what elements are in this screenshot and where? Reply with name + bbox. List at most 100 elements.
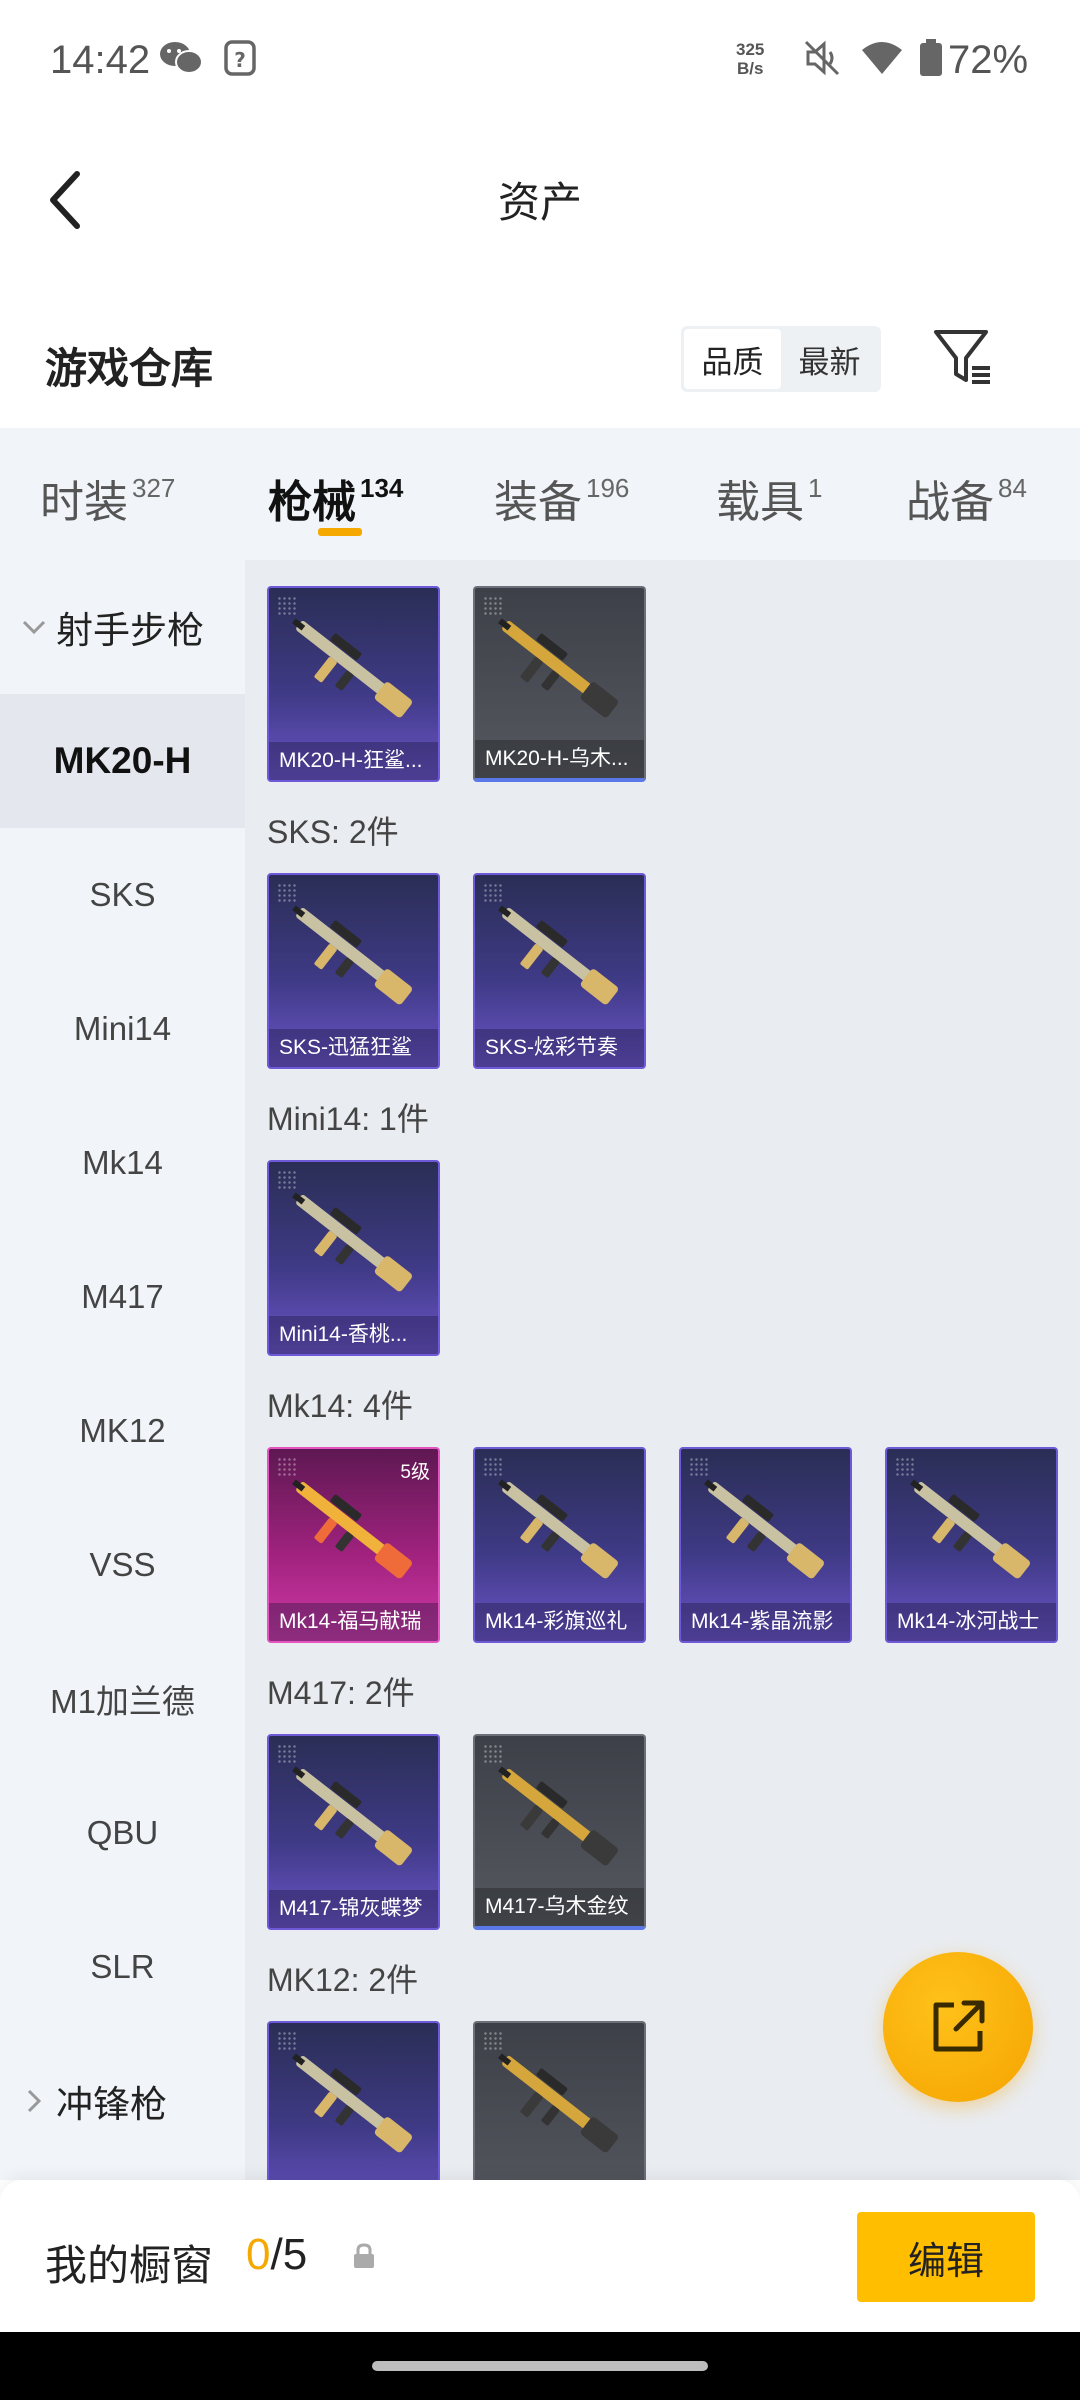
tab-fashion[interactable]: 时装 327 <box>40 466 175 530</box>
weapon-name: MK20-H-乌木... <box>475 740 644 778</box>
weapon-name: Mk14-彩旗巡礼 <box>475 1603 644 1641</box>
page-header: 资产 <box>0 125 1080 270</box>
showcase-bar: 我的橱窗 0/5 编辑 <box>0 2180 1080 2332</box>
chevron-down-icon <box>14 619 54 635</box>
sidebar-item-sks[interactable]: SKS <box>0 828 245 962</box>
weapon-name: Mk14-福马献瑞 <box>269 1603 438 1641</box>
section-title: SKS: 2件 <box>267 814 399 850</box>
weapon-name: M417-乌木金纹 <box>475 1888 644 1926</box>
status-bar: 14:42 ? 325 B/s 72% <box>0 0 1080 125</box>
weapon-card[interactable]: MK20-H-乌木... <box>473 586 646 782</box>
edit-button[interactable]: 编辑 <box>857 2212 1035 2302</box>
system-nav-bar <box>0 2332 1080 2400</box>
svg-text:?: ? <box>234 48 246 72</box>
tab-label: 载具 <box>716 478 804 527</box>
showcase-count: 0/5 <box>246 2230 307 2280</box>
weapon-card[interactable]: Mk14-紫晶流影 <box>679 1447 852 1643</box>
filter-button[interactable] <box>928 322 998 392</box>
mute-icon <box>802 38 842 83</box>
tab-firearms[interactable]: 枪械 134 <box>268 466 403 530</box>
showcase-current: 0 <box>246 2230 271 2279</box>
sort-toggle: 品质 最新 <box>681 326 881 392</box>
weapon-card[interactable]: SKS-迅猛狂鲨 <box>267 873 440 1069</box>
rifle-icon <box>498 2053 618 2153</box>
speed-unit: B/s <box>736 59 764 78</box>
weapon-card[interactable]: SKS-炫彩节奏 <box>473 873 646 1069</box>
section-title: MK12: 2件 <box>267 1962 419 1998</box>
weapon-sidebar: 射手步枪 MK20-H SKS Mini14 Mk14 M417 MK12 VS… <box>0 560 245 2180</box>
share-external-icon <box>933 2000 985 2052</box>
page-title: 资产 <box>497 179 582 226</box>
weapon-name: M417-锦灰蝶梦 <box>269 1890 438 1928</box>
sidebar-item-m1-garand[interactable]: M1加兰德 <box>0 1632 245 1766</box>
sidebar-group-label: 冲锋枪 <box>56 2084 167 2125</box>
section-title: Mk14: 4件 <box>267 1388 413 1424</box>
rifle-icon <box>292 905 412 1005</box>
sort-latest-button[interactable]: 最新 <box>781 329 878 389</box>
warehouse-title: 游戏仓库 <box>45 345 214 392</box>
weapon-card[interactable]: Mk14-冰河战士 <box>885 1447 1058 1643</box>
sidebar-item-mk14[interactable]: Mk14 <box>0 1096 245 1230</box>
speed-value: 325 <box>736 40 765 59</box>
weapon-name: MK20-H-狂鲨... <box>269 742 438 780</box>
home-gesture-pill[interactable] <box>372 2361 708 2371</box>
weapon-card[interactable]: M417-乌木金纹 <box>473 1734 646 1930</box>
weapon-name: Mini14-香桃... <box>269 1316 438 1354</box>
sidebar-group-label: 射手步枪 <box>56 610 204 651</box>
wechat-icon <box>158 38 204 83</box>
rifle-icon <box>292 1192 412 1292</box>
tab-count: 327 <box>132 473 176 503</box>
weapon-grid: MK20-H-狂鲨... MK20-H-乌木... SKS: 2件 SKS-迅猛狂鲨 S… <box>245 560 1080 2180</box>
tab-count: 1 <box>808 473 823 503</box>
sidebar-item-qbu[interactable]: QBU <box>0 1766 245 1900</box>
weapon-card[interactable]: MK20-H-狂鲨... <box>267 586 440 782</box>
tab-count: 84 <box>998 473 1027 503</box>
sidebar-group-smg[interactable]: 冲锋枪 <box>0 2034 245 2168</box>
lock-icon <box>350 2242 378 2275</box>
status-time: 14:42 <box>50 38 151 82</box>
weapon-name: SKS-迅猛狂鲨 <box>269 1029 438 1067</box>
weapon-card[interactable]: 5级 Mk14-福马献瑞 <box>267 1447 440 1643</box>
sidebar-item-vss[interactable]: VSS <box>0 1498 245 1632</box>
network-speed: 325 B/s <box>736 40 764 78</box>
sidebar-group-marksman[interactable]: 射手步枪 <box>0 560 245 694</box>
weapon-card[interactable]: Mini14-香桃... <box>267 1160 440 1356</box>
level-badge: 5级 <box>400 1462 430 1483</box>
weapon-name: Mk14-冰河战士 <box>887 1603 1056 1641</box>
section-title: M417: 2件 <box>267 1675 415 1711</box>
weapon-name: SKS-炫彩节奏 <box>475 1029 644 1067</box>
section-title: Mini14: 1件 <box>267 1101 429 1137</box>
weapon-name: Mk14-紫晶流影 <box>681 1603 850 1641</box>
weapon-card[interactable]: M417-锦灰蝶梦 <box>267 1734 440 1930</box>
weapon-card[interactable] <box>473 2021 646 2180</box>
showcase-separator: / <box>270 2230 283 2279</box>
sort-quality-button[interactable]: 品质 <box>684 329 781 389</box>
battery-percent: 72% <box>948 38 1029 82</box>
share-button[interactable] <box>883 1952 1033 2102</box>
sidebar-item-mini14[interactable]: Mini14 <box>0 962 245 1096</box>
category-tabs: 时装 327 枪械 134 装备 196 载具 1 战备 84 <box>0 428 1080 560</box>
rifle-icon <box>498 618 618 718</box>
tab-count: 196 <box>586 473 630 503</box>
weapon-card[interactable] <box>267 2021 440 2180</box>
rifle-icon <box>498 905 618 1005</box>
tab-equipment[interactable]: 装备 196 <box>494 466 629 530</box>
sidebar-item-m417[interactable]: M417 <box>0 1230 245 1364</box>
sidebar-item-mk12[interactable]: MK12 <box>0 1364 245 1498</box>
rifle-icon <box>498 1479 618 1579</box>
weapon-card[interactable]: Mk14-彩旗巡礼 <box>473 1447 646 1643</box>
rifle-icon <box>292 2053 412 2153</box>
tab-vehicles[interactable]: 载具 1 <box>716 466 822 530</box>
question-box-icon: ? <box>222 38 258 83</box>
sidebar-item-slr[interactable]: SLR <box>0 1900 245 2034</box>
tab-active-indicator <box>318 528 362 536</box>
tab-supplies[interactable]: 战备 84 <box>906 466 1027 530</box>
tab-label: 战备 <box>906 478 994 527</box>
wifi-icon <box>860 38 904 83</box>
filter-icon <box>934 330 990 384</box>
rifle-icon <box>498 1766 618 1866</box>
tab-label: 枪械 <box>268 478 356 527</box>
tab-label: 时装 <box>40 478 128 527</box>
sidebar-item-mk20h[interactable]: MK20-H <box>0 694 245 828</box>
tab-count: 134 <box>360 473 404 503</box>
